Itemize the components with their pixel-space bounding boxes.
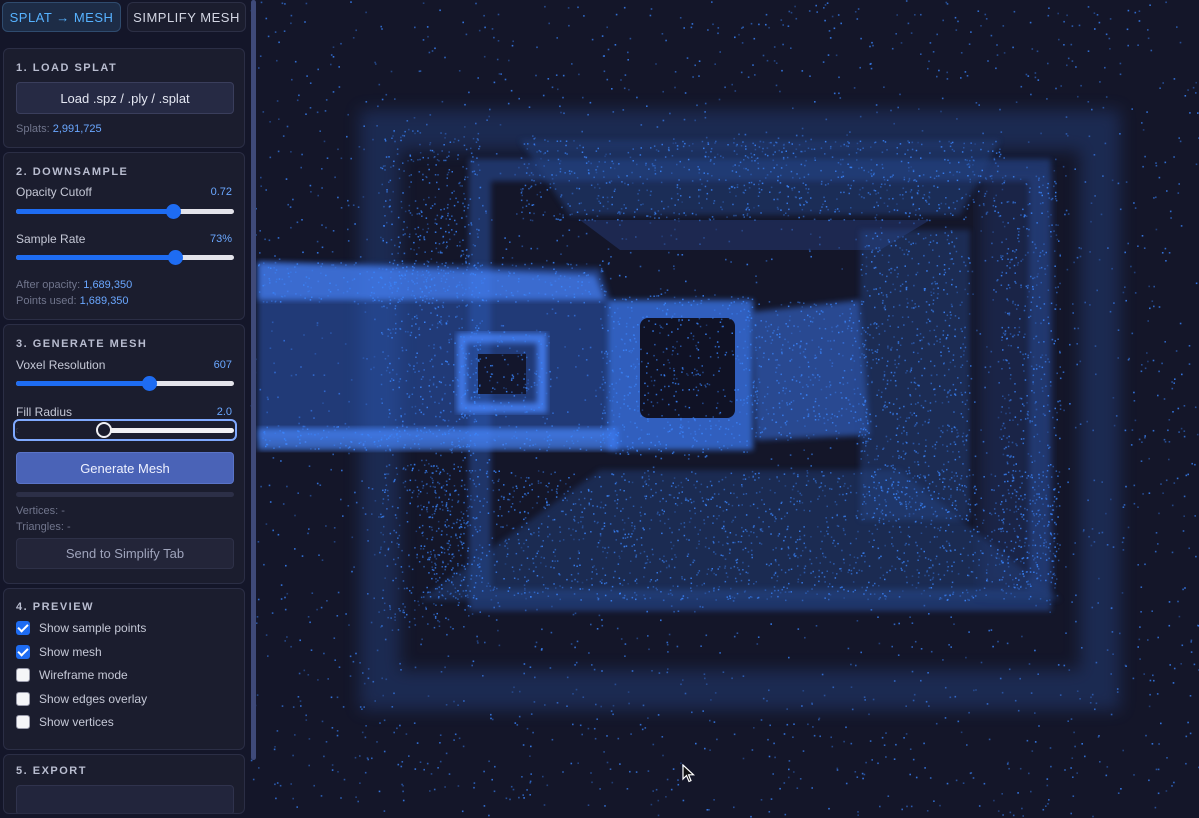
load-splat-panel: 1. LOAD SPLAT Load .spz / .ply / .splat … — [3, 48, 245, 148]
preview-panel: 4. PREVIEW Show sample points Show mesh … — [3, 588, 245, 750]
slider-fill — [16, 428, 104, 433]
panel-title: 5. EXPORT — [16, 765, 87, 777]
points-used-stat: Points used: 1,689,350 — [16, 295, 129, 307]
sample-rate-slider[interactable] — [16, 249, 234, 265]
checkbox-unchecked[interactable] — [16, 692, 30, 706]
show-mesh-option[interactable]: Show mesh — [16, 643, 102, 661]
fill-radius-label: Fill Radius — [16, 405, 73, 419]
panel-title: 1. LOAD SPLAT — [16, 62, 118, 74]
scrollbar-thumb[interactable] — [251, 0, 256, 760]
splats-value: 2,991,725 — [52, 123, 102, 135]
downsample-panel: 2. DOWNSAMPLE Opacity Cutoff 0.72 Sample… — [3, 152, 245, 320]
voxel-resolution-slider[interactable] — [16, 375, 234, 391]
voxel-resolution-value: 607 — [213, 359, 232, 371]
mesh-progress-bar — [16, 492, 234, 497]
tab-simplify-mesh[interactable]: SIMPLIFY MESH — [127, 2, 246, 32]
send-to-simplify-button[interactable]: Send to Simplify Tab — [16, 538, 234, 569]
show-sample-points-option[interactable]: Show sample points — [16, 619, 146, 637]
checkbox-unchecked[interactable] — [16, 668, 30, 682]
export-panel: 5. EXPORT — [3, 754, 245, 814]
wireframe-mode-option[interactable]: Wireframe mode — [16, 666, 128, 684]
sidebar-scrollbar[interactable] — [251, 0, 256, 760]
slider-thumb[interactable] — [141, 376, 157, 391]
option-label: Show mesh — [39, 645, 102, 659]
slider-thumb[interactable] — [165, 204, 181, 219]
points-used-value: 1,689,350 — [79, 295, 129, 307]
vertices-value: - — [61, 505, 65, 517]
export-button[interactable] — [16, 785, 234, 813]
points-used-label: Points used: — [16, 295, 77, 307]
slider-fill — [16, 381, 149, 386]
voxel-resolution-label: Voxel Resolution — [16, 358, 106, 372]
vertices-label: Vertices: — [16, 505, 59, 517]
opacity-cutoff-label: Opacity Cutoff — [16, 185, 92, 199]
option-label: Wireframe mode — [39, 668, 128, 682]
sample-rate-label: Sample Rate — [16, 232, 86, 246]
sample-rate-value: 73% — [209, 233, 232, 245]
vertices-stat: Vertices: - — [16, 505, 65, 517]
slider-thumb[interactable] — [168, 250, 184, 265]
triangles-label: Triangles: — [16, 521, 64, 533]
generate-mesh-button[interactable]: Generate Mesh — [16, 452, 234, 484]
fill-radius-value: 2.0 — [216, 406, 232, 418]
generate-mesh-panel: 3. GENERATE MESH Voxel Resolution 607 Fi… — [3, 324, 245, 584]
show-vertices-option[interactable]: Show vertices — [16, 713, 114, 731]
after-opacity-label: After opacity: — [16, 279, 81, 291]
opacity-cutoff-slider[interactable] — [16, 203, 234, 219]
after-opacity-value: 1,689,350 — [83, 279, 133, 291]
splats-label: Splats: — [16, 123, 50, 135]
triangles-value: - — [66, 521, 71, 533]
panel-title: 3. GENERATE MESH — [16, 338, 148, 350]
panel-title: 2. DOWNSAMPLE — [16, 166, 129, 178]
panel-title: 4. PREVIEW — [16, 601, 94, 613]
option-label: Show vertices — [39, 715, 114, 729]
checkbox-unchecked[interactable] — [16, 715, 30, 729]
tab-splat-to-mesh[interactable]: SPLAT → MESH — [2, 2, 121, 32]
triangles-stat: Triangles: - — [16, 521, 71, 533]
fill-radius-slider[interactable] — [13, 419, 237, 441]
splats-count: Splats: 2,991,725 — [16, 123, 102, 135]
slider-fill — [16, 209, 173, 214]
show-edges-overlay-option[interactable]: Show edges overlay — [16, 690, 147, 708]
load-file-button[interactable]: Load .spz / .ply / .splat — [16, 82, 234, 114]
option-label: Show sample points — [39, 621, 147, 635]
checkbox-checked[interactable] — [16, 645, 30, 659]
slider-thumb[interactable] — [96, 422, 113, 438]
checkbox-checked[interactable] — [16, 621, 30, 635]
option-label: Show edges overlay — [39, 692, 148, 706]
slider-fill — [16, 255, 176, 260]
after-opacity-stat: After opacity: 1,689,350 — [16, 279, 132, 291]
mouse-cursor-icon — [682, 764, 696, 783]
opacity-cutoff-value: 0.72 — [210, 186, 232, 198]
